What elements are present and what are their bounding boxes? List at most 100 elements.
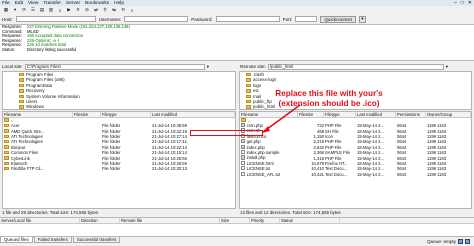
process-queue-icon[interactable]: ▶ xyxy=(65,7,73,13)
cell-type: PHP File xyxy=(325,155,342,161)
menu-view[interactable]: View xyxy=(28,1,38,6)
column-header[interactable]: Owner/Group xyxy=(426,112,471,117)
column-header[interactable]: Filesize xyxy=(298,112,324,117)
cell-name: ATI Technologies xyxy=(3,134,73,139)
file-name: FileZilla FTP Cli... xyxy=(11,166,44,172)
cell-size: 1,150 xyxy=(313,133,324,139)
refresh-icon[interactable]: ⟳ xyxy=(20,7,28,13)
menu-edit[interactable]: Edit xyxy=(15,1,23,6)
file-icon xyxy=(241,160,245,165)
table-row[interactable]: Elantech File folder 21-Jul-14 10:26:59 xyxy=(3,161,235,166)
menu-transfer[interactable]: Transfer xyxy=(43,1,61,6)
cell-type: Firefox HT... xyxy=(325,160,348,166)
remote-site-label: Remote site: xyxy=(240,64,266,69)
folder-icon xyxy=(4,123,9,128)
table-row[interactable]: LICENSE_AFL.txt 10,421 Text Docu... 15-May-… xyxy=(240,171,471,177)
column-header[interactable]: Direction xyxy=(80,218,120,223)
table-row[interactable]: FileZilla FTP Cli... File folder 21-Jul-14… xyxy=(3,166,235,171)
cell-mod: 21-Jul-14 10:15:14 xyxy=(152,150,187,156)
local-tree[interactable]: Program Files Program Files (x86) ProgramD… xyxy=(2,71,236,110)
column-header[interactable]: Filetype xyxy=(101,112,151,117)
table-row[interactable]: Acer File folder 21-Jul-14 10:36:59 xyxy=(3,123,235,128)
password-input[interactable] xyxy=(215,16,280,22)
quickconnect-button[interactable]: Quickconnect xyxy=(320,15,357,23)
file-name: ATI Technologies xyxy=(11,139,43,145)
menu-server[interactable]: Server xyxy=(66,1,80,6)
site-manager-icon[interactable]: ▦ xyxy=(2,7,10,13)
table-row[interactable]: ATI Technologies File folder 21-Jul-14 10:… xyxy=(3,139,235,144)
column-header[interactable]: Last modified xyxy=(151,112,235,117)
compare-icon[interactable]: ⇆ xyxy=(110,7,118,13)
folder-icon xyxy=(246,89,251,93)
cell-name: Common Files xyxy=(3,150,73,155)
menu-bookmarks[interactable]: Bookmarks xyxy=(85,1,109,6)
cell-type: File folder xyxy=(102,166,121,172)
folder-icon xyxy=(246,83,251,88)
table-row[interactable]: CyberLink File folder 21-Jul-14 10:26:55 xyxy=(3,155,235,161)
search-icon[interactable]: ⌕ xyxy=(128,7,136,13)
column-header[interactable]: Size xyxy=(220,218,250,223)
favicon-highlight-box xyxy=(190,130,263,136)
column-header[interactable]: Permissions xyxy=(396,112,426,117)
cell-size: 10,679 xyxy=(311,160,324,166)
local-file-list[interactable]: Filename Filesize Filetype Last modified ..… xyxy=(2,111,236,209)
toggle-tree-icon[interactable]: ▤ xyxy=(38,7,46,13)
toolbar: ▦ ▾ ⟳ ☰ ▤ ▥ ≡ ▶ ✕ ⊘ ⇄ ⚲ ⇆ ⟲ ⌕ xyxy=(0,6,474,14)
cell-type: PHP File xyxy=(325,144,342,150)
table-row[interactable]: Common Files File folder 21-Jul-14 10:15:1… xyxy=(3,150,235,155)
dropdown-icon[interactable]: ▾ xyxy=(11,7,19,13)
cell-mod: 15-May-14 2... xyxy=(357,160,384,166)
cell-owner: 1199 1163 xyxy=(427,128,447,134)
queue-tabs: Queued files Failed transfers Successful t… xyxy=(0,237,121,246)
remote-site-dropdown-icon[interactable]: ▾ xyxy=(446,64,448,70)
column-header[interactable]: Status xyxy=(280,218,340,223)
cancel-icon[interactable]: ✕ xyxy=(74,7,82,13)
tree-item[interactable]: Windows xyxy=(19,104,235,109)
column-header[interactable]: Server/Local file xyxy=(0,218,80,223)
column-header[interactable]: Filetype xyxy=(324,112,356,117)
username-input[interactable] xyxy=(124,16,189,22)
cell-perm: 0644 xyxy=(397,128,407,134)
file-icon xyxy=(241,139,245,144)
column-header[interactable]: Last modified xyxy=(356,112,396,117)
cell-mod: 15-May-14 2... xyxy=(357,155,384,161)
queue-tab[interactable]: Successful transfers xyxy=(72,237,121,243)
menu-help[interactable]: Help xyxy=(114,1,124,6)
table-row[interactable]: Bonjour File folder 21-Jul-14 10:22:14 xyxy=(3,145,235,150)
toggle-remote-icon[interactable]: ▥ xyxy=(47,7,55,13)
folder-icon xyxy=(246,94,251,98)
cell-owner: 1199 1163 xyxy=(427,171,447,177)
port-input[interactable] xyxy=(295,16,318,22)
host-input[interactable] xyxy=(15,16,96,22)
menu-file[interactable]: File xyxy=(2,1,10,6)
column-header[interactable]: Filename xyxy=(3,112,73,117)
filter-icon[interactable]: ⚲ xyxy=(101,7,109,13)
file-name: LICENSE_AFL.txt xyxy=(246,171,281,177)
host-label: Host: xyxy=(2,16,13,22)
remote-file-list[interactable]: Filename Filesize Filetype Last modified Per… xyxy=(239,111,472,209)
column-header[interactable]: Filename xyxy=(240,112,298,117)
remote-site-input[interactable]: /public_html xyxy=(267,63,444,70)
file-name: ATI Technologies xyxy=(11,133,43,139)
toggle-log-icon[interactable]: ☰ xyxy=(29,7,37,13)
column-header[interactable]: Filesize xyxy=(73,112,101,117)
reconnect-icon[interactable]: ⇄ xyxy=(92,7,100,13)
local-site-input[interactable]: C:\Program Files\ xyxy=(24,63,205,70)
message-log[interactable]: Response: 227 Entering Passive Mode (161,… xyxy=(0,24,474,61)
folder-icon xyxy=(4,134,9,138)
folder-icon xyxy=(4,145,9,149)
queue-tab[interactable]: Queued files xyxy=(0,237,33,243)
column-header[interactable]: Remote file xyxy=(120,218,220,223)
folder-icon xyxy=(19,105,24,109)
folder-icon xyxy=(19,94,24,98)
toggle-queue-icon[interactable]: ≡ xyxy=(56,7,64,13)
cell-size: 2,642 xyxy=(313,144,324,150)
column-header[interactable]: Priority xyxy=(250,218,280,223)
local-site-dropdown-icon[interactable]: ▾ xyxy=(207,64,209,70)
cell-name: Bonjour xyxy=(3,145,73,150)
transfer-queue[interactable]: Server/Local file Direction Remote file Siz… xyxy=(0,217,474,237)
queue-tab[interactable]: Failed transfers xyxy=(33,237,72,243)
disconnect-icon[interactable]: ⊘ xyxy=(83,7,91,13)
sync-icon[interactable]: ⟲ xyxy=(119,7,127,13)
quickconnect-dropdown-button[interactable]: ▾ xyxy=(359,15,366,23)
